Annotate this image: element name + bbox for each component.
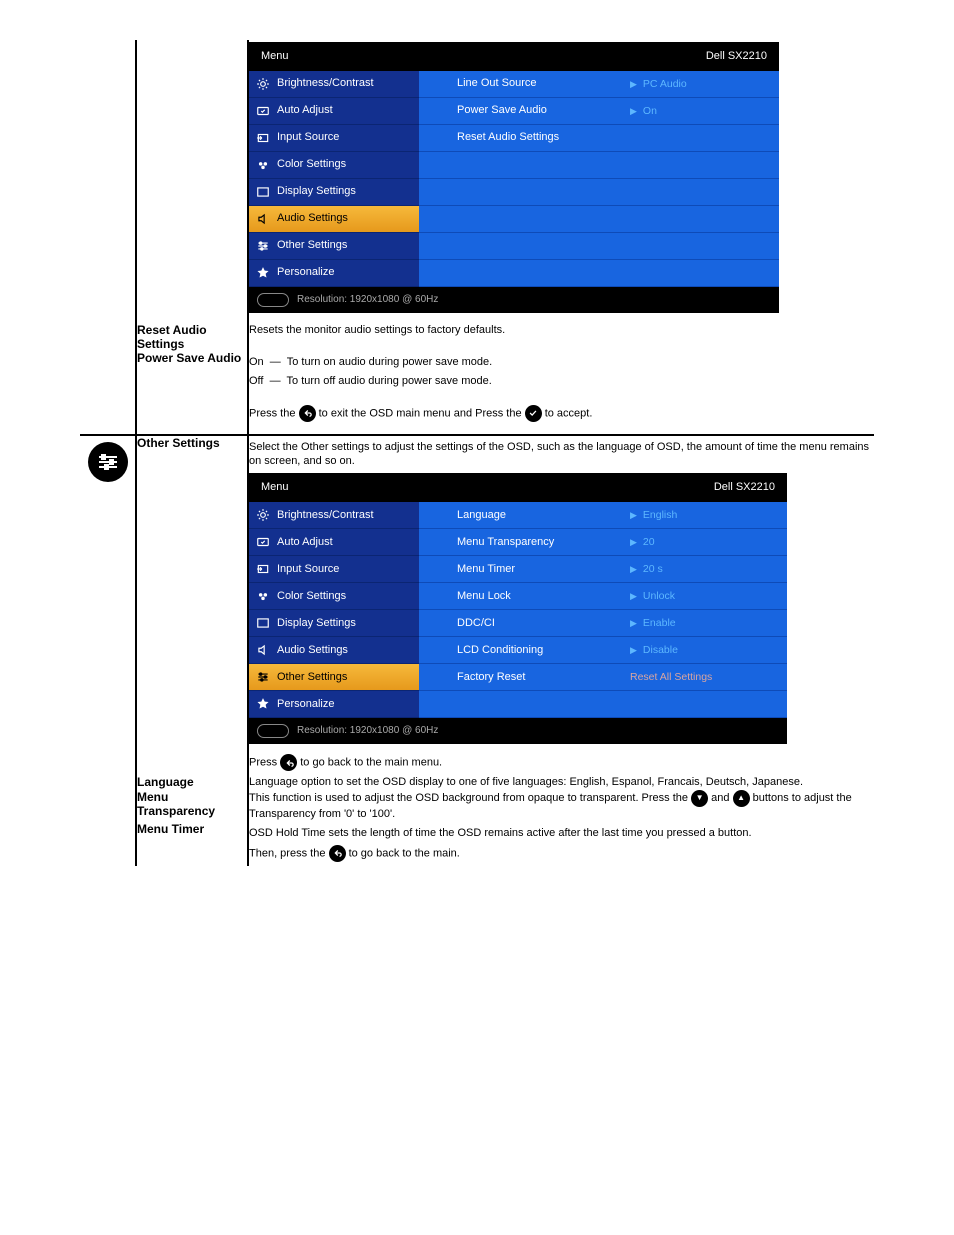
mi-other-settings[interactable]: Other Settings — [249, 233, 419, 260]
section-intro-other: Select the Other settings to adjust the … — [249, 440, 874, 470]
mi-color-settings[interactable]: Color Settings — [249, 152, 419, 179]
audio-icon — [255, 643, 271, 657]
opt-lock[interactable]: Menu LockUnlock — [419, 583, 787, 610]
opt-factory-reset[interactable]: Factory ResetReset All Settings — [419, 664, 787, 691]
back-icon — [329, 845, 346, 862]
osd2-menu-label: Menu — [261, 480, 289, 495]
mi2-audio-settings[interactable]: Audio Settings — [249, 637, 419, 664]
opt-reset-audio[interactable]: Reset Audio Settings — [419, 125, 779, 152]
osd2-options: LanguageEnglish Menu Transparency20 Menu… — [419, 502, 787, 718]
osd-options: Line Out SourcePC Audio Power Save Audio… — [419, 71, 779, 287]
mi-auto-adjust[interactable]: Auto Adjust — [249, 98, 419, 125]
mi-display-settings[interactable]: Display Settings — [249, 179, 419, 206]
display-icon — [255, 616, 271, 630]
opt-timer[interactable]: Menu Timer20 s — [419, 556, 787, 583]
back-icon — [280, 754, 297, 771]
autoadjust-icon — [255, 104, 271, 118]
mi-input-source[interactable]: Input Source — [249, 125, 419, 152]
mi2-other-settings[interactable]: Other Settings — [249, 664, 419, 691]
osd-sidebar: Brightness/Contrast Auto Adjust Input So… — [249, 71, 419, 287]
osd-audio-settings: Menu Dell SX2210 Brightness/Contrast Aut… — [249, 42, 779, 313]
row-label-reset-audio: Reset Audio Settings — [137, 323, 207, 351]
down-icon — [691, 790, 708, 807]
section-label-other: Other Settings — [137, 436, 220, 450]
mi2-input-source[interactable]: Input Source — [249, 556, 419, 583]
mi-personalize[interactable]: Personalize — [249, 260, 419, 287]
osd-model: Dell SX2210 — [706, 49, 767, 64]
display-icon — [255, 185, 271, 199]
input-icon — [255, 131, 271, 145]
star-icon — [255, 697, 271, 711]
color-icon — [255, 158, 271, 172]
check-icon — [525, 405, 542, 422]
mi2-display-settings[interactable]: Display Settings — [249, 610, 419, 637]
opt-power-save-audio[interactable]: Power Save AudioOn — [419, 98, 779, 125]
opt-transparency[interactable]: Menu Transparency20 — [419, 529, 787, 556]
mi2-brightness[interactable]: Brightness/Contrast — [249, 502, 419, 529]
opt-lcd-cond[interactable]: LCD ConditioningDisable — [419, 637, 787, 664]
brightness-icon — [255, 77, 271, 91]
back-icon — [299, 405, 316, 422]
row-desc-language: Language option to set the OSD display t… — [249, 776, 803, 788]
sliders-icon — [255, 239, 271, 253]
mi-audio-settings[interactable]: Audio Settings — [249, 206, 419, 233]
sliders-icon — [255, 670, 271, 684]
autoadjust-icon — [255, 535, 271, 549]
mi-brightness[interactable]: Brightness/Contrast — [249, 71, 419, 98]
osd-other-settings: Menu Dell SX2210 Brightness/Contrast Aut… — [249, 473, 787, 744]
energy-badge-icon — [257, 293, 289, 307]
mi2-auto-adjust[interactable]: Auto Adjust — [249, 529, 419, 556]
other-settings-icon — [88, 442, 128, 482]
osd-menu-label: Menu — [261, 49, 289, 64]
opt-ddcci[interactable]: DDC/CIEnable — [419, 610, 787, 637]
star-icon — [255, 266, 271, 280]
row-desc-reset-audio: Resets the monitor audio settings to fac… — [249, 324, 505, 336]
row-label-language: Language — [137, 775, 194, 789]
osd2-sidebar: Brightness/Contrast Auto Adjust Input So… — [249, 502, 419, 718]
osd-resolution: Resolution: 1920x1080 @ 60Hz — [297, 293, 438, 307]
osd2-resolution: Resolution: 1920x1080 @ 60Hz — [297, 724, 438, 738]
row-label-transparency: Menu Transparency — [137, 790, 215, 818]
energy-badge-icon — [257, 724, 289, 738]
opt-language[interactable]: LanguageEnglish — [419, 502, 787, 529]
mi2-personalize[interactable]: Personalize — [249, 691, 419, 718]
mi2-color-settings[interactable]: Color Settings — [249, 583, 419, 610]
up-icon — [733, 790, 750, 807]
row-label-power-save: Power Save Audio — [137, 351, 241, 365]
row-label-timer: Menu Timer — [137, 822, 204, 836]
color-icon — [255, 589, 271, 603]
osd2-model: Dell SX2210 — [714, 480, 775, 495]
input-icon — [255, 562, 271, 576]
audio-icon — [255, 212, 271, 226]
brightness-icon — [255, 508, 271, 522]
opt-line-out[interactable]: Line Out SourcePC Audio — [419, 71, 779, 98]
